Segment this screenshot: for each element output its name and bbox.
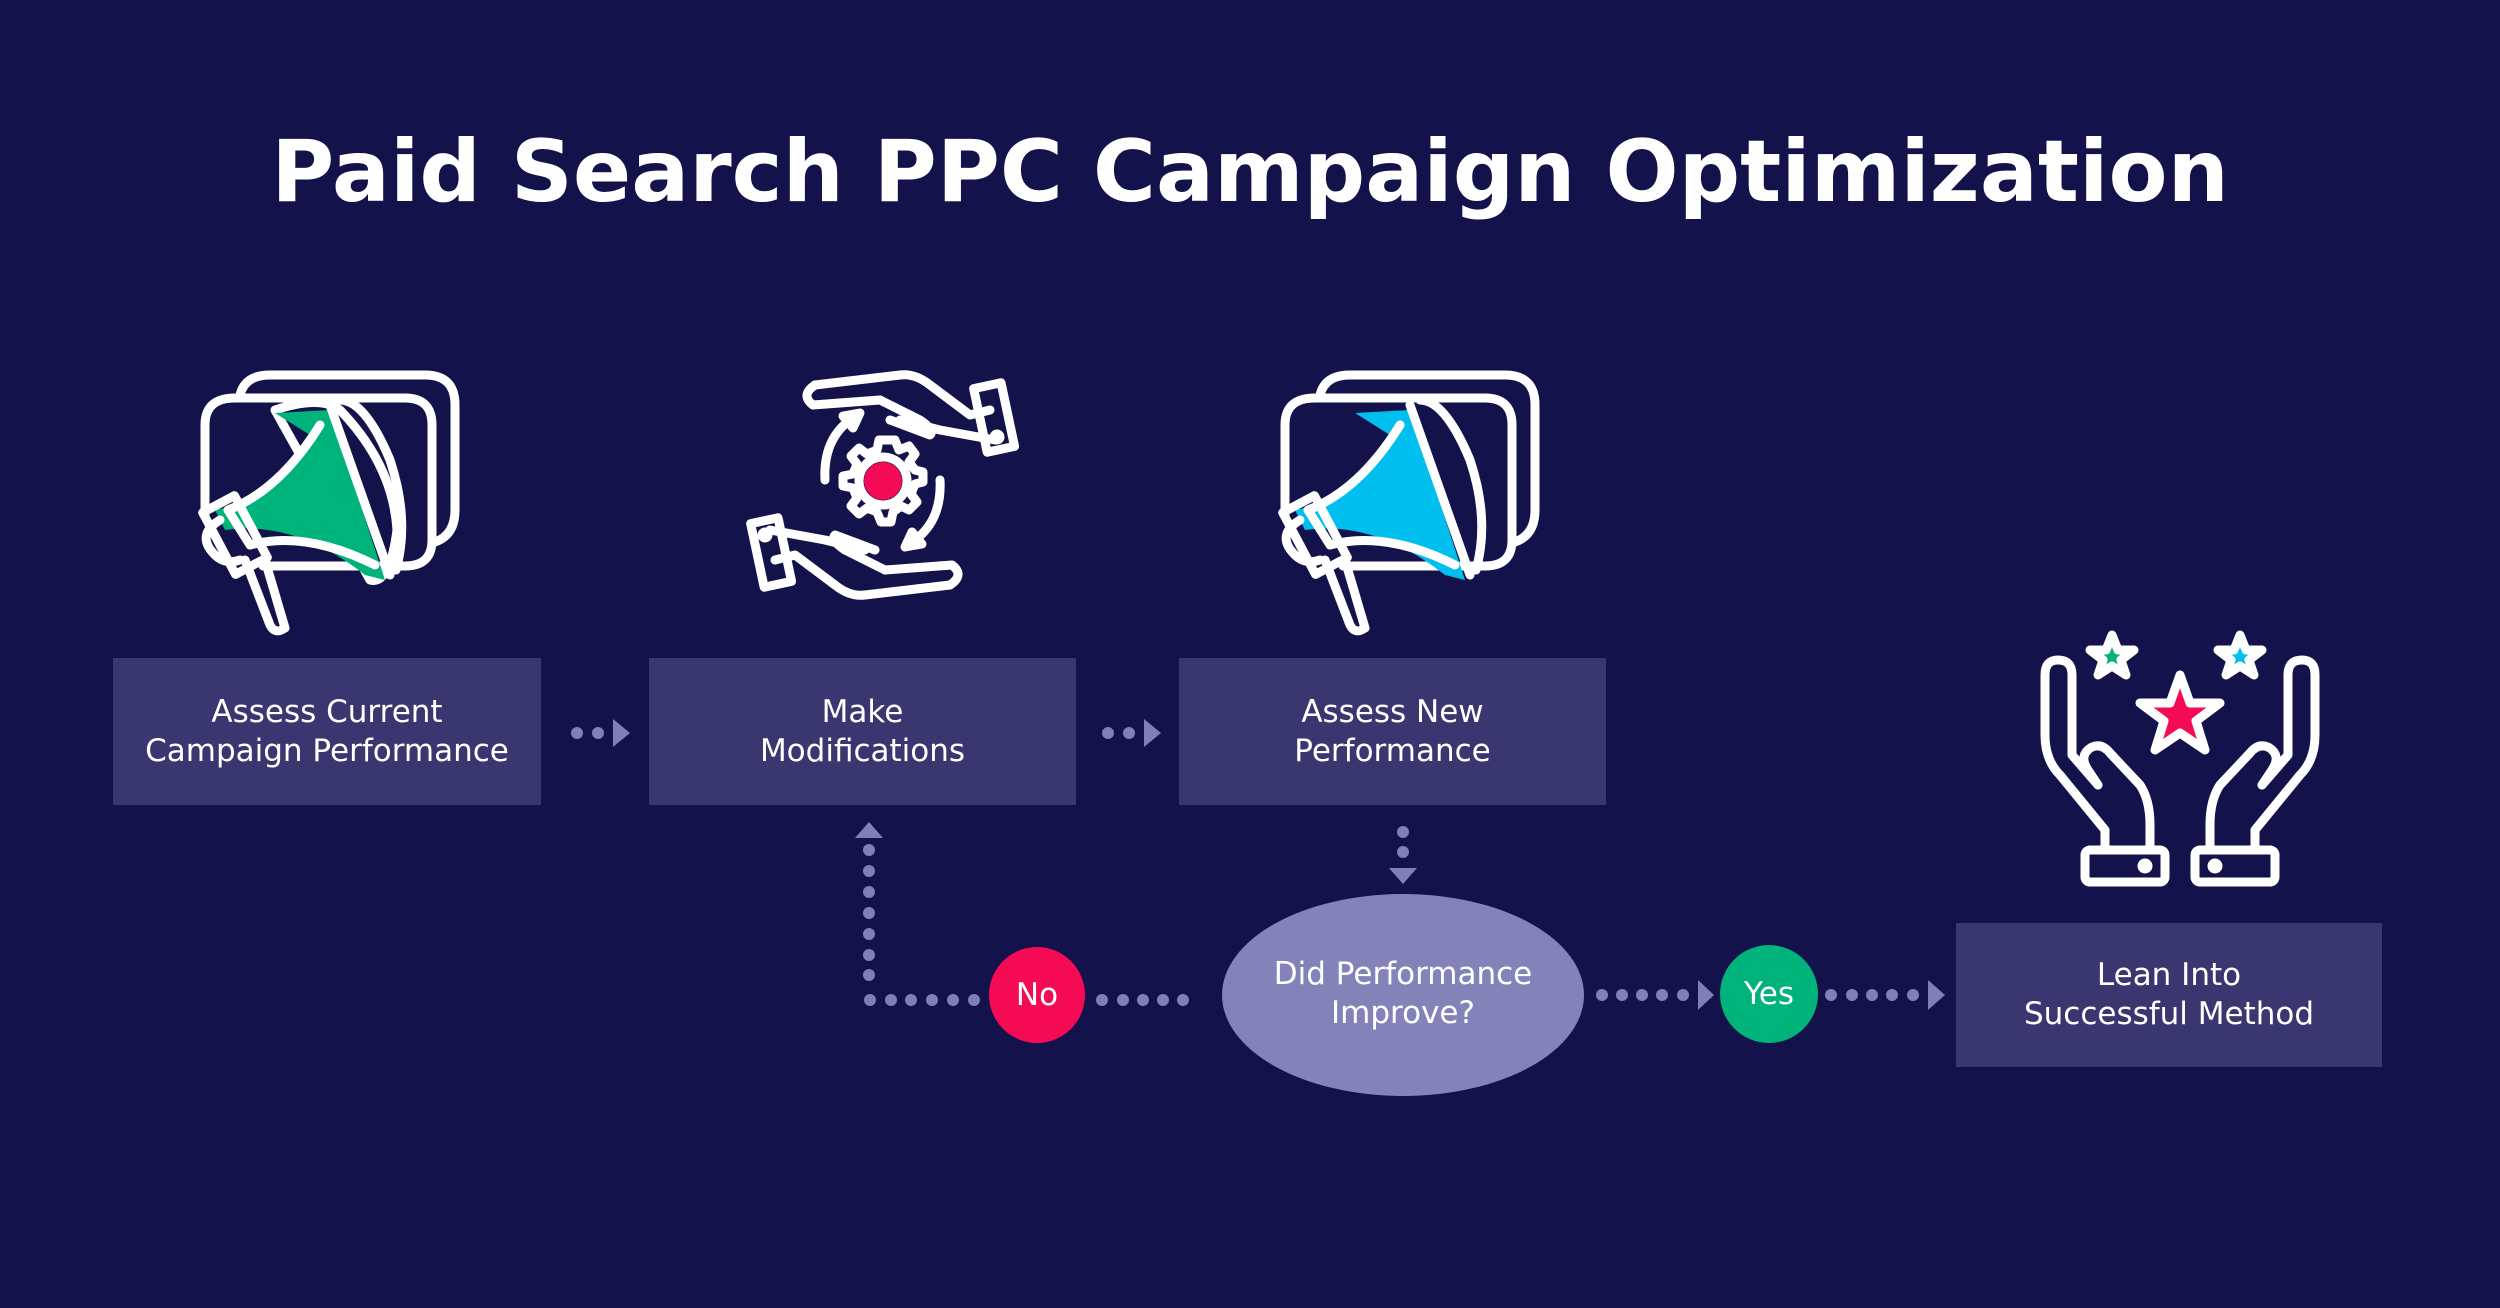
connector-no-to-modifications <box>855 822 980 1006</box>
hands-stars-icon <box>2040 630 2320 887</box>
no-label: No <box>1015 977 1059 1013</box>
yes-label: Yes <box>1743 976 1795 1012</box>
arrow-up-icon <box>855 822 883 838</box>
connector-3-to-decision <box>1389 826 1417 884</box>
connector-decision-to-yes <box>1596 980 1714 1010</box>
hands-gear-cycle-icon <box>746 370 1020 600</box>
decision-label: Did Performance Improve? <box>1273 956 1533 1031</box>
arrow-right-icon <box>1144 719 1161 747</box>
arrow-right-icon <box>1698 980 1714 1010</box>
megaphone-screen-icon <box>198 370 460 636</box>
megaphone-screen-icon <box>1278 370 1540 636</box>
arrow-down-icon <box>1389 868 1417 884</box>
arrow-right-icon <box>1928 980 1945 1010</box>
connector-yes-to-lean <box>1825 980 1945 1010</box>
connector-1-to-2 <box>571 719 630 747</box>
arrow-right-icon <box>613 719 630 747</box>
connector-2-to-3 <box>1102 719 1161 747</box>
diagram-canvas <box>198 370 2320 1096</box>
